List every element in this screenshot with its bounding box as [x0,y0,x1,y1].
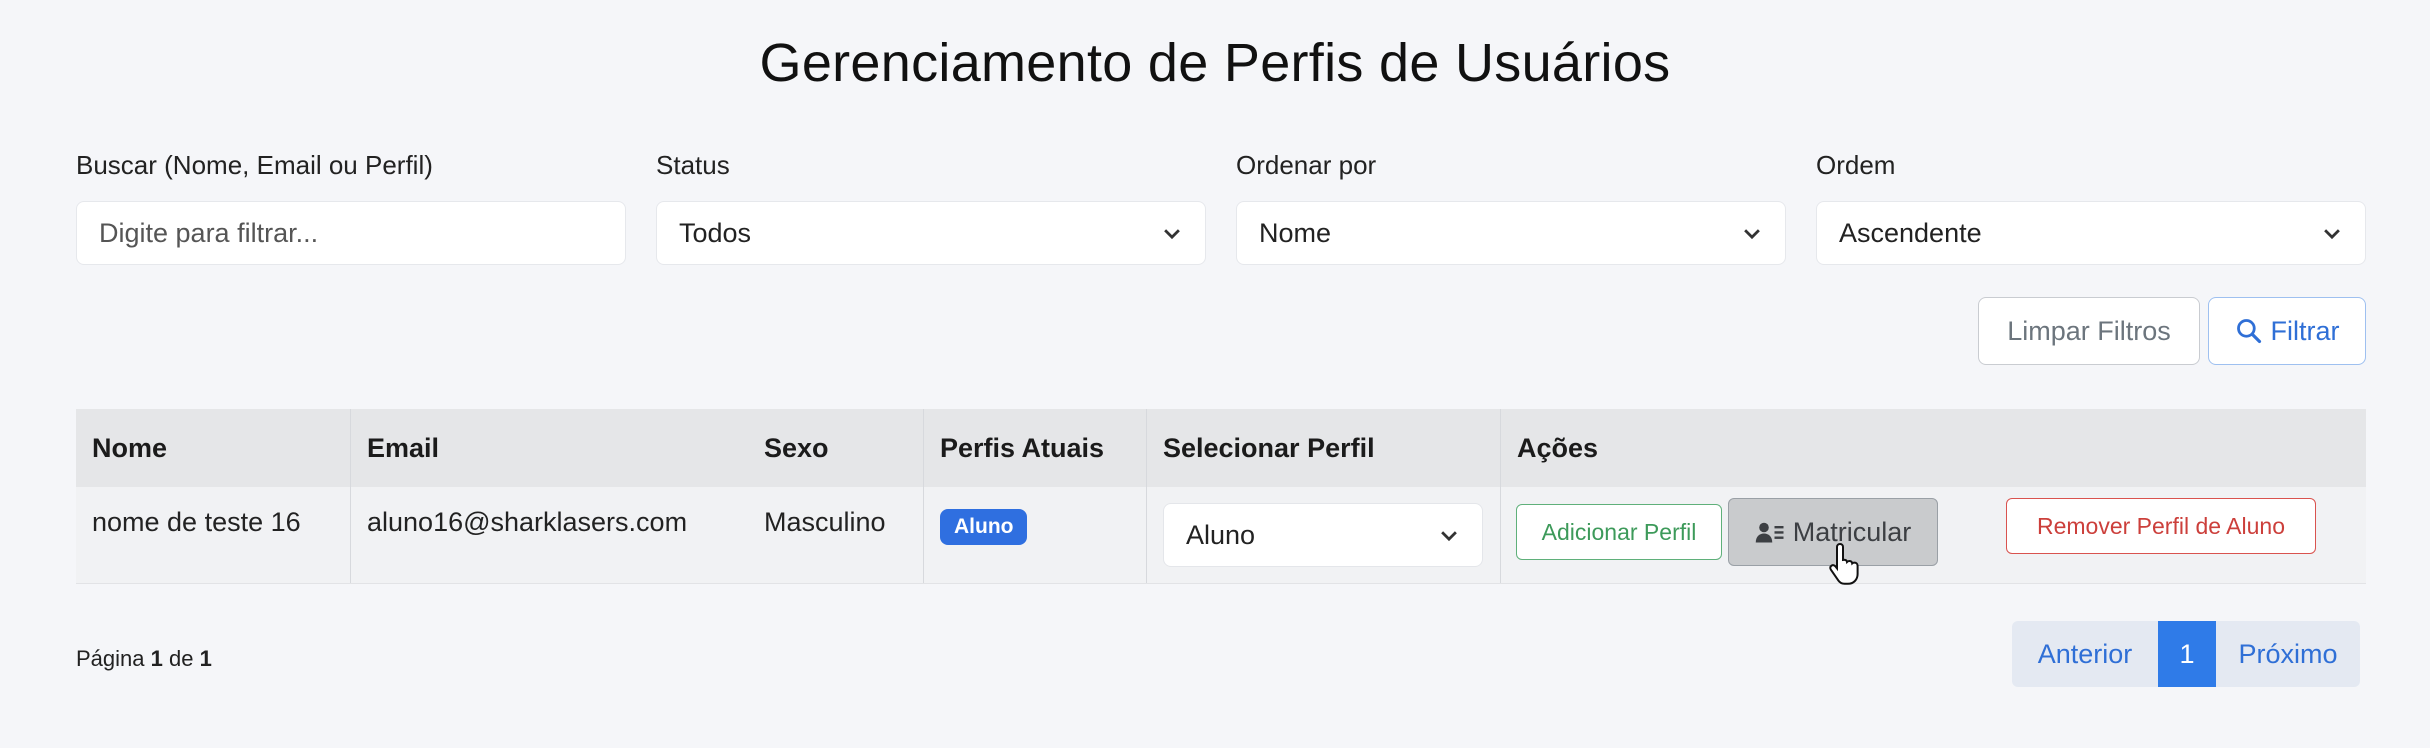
order-label: Ordem [1816,150,1896,180]
add-profile-label: Adicionar Perfil [1541,518,1697,545]
status-filter: Status Todos [656,150,1206,265]
profile-badge: Aluno [940,509,1028,545]
page-title: Gerenciamento de Perfis de Usuários [759,33,1671,93]
remove-profile-label: Remover Perfil de Aluno [2036,512,2285,539]
sort-value: Nome [1259,217,1332,248]
header-perfis-atuais: Perfis Atuais [923,409,1146,487]
page-word: Página [76,646,145,671]
order-filter: Ordem Ascendente [1816,150,2366,265]
status-label: Status [656,150,730,180]
cell-current-profiles: Aluno [923,487,1146,583]
header-nome: Nome [92,432,168,463]
order-select[interactable]: Ascendente [1816,201,2366,265]
pagination: Anterior 1 Próximo [2012,621,2360,687]
chevron-down-icon [1744,229,1760,240]
profile-select-value: Aluno [1186,519,1256,550]
cell-name: nome de teste 16 [92,507,301,537]
table-row: nome de teste 16 aluno16@sharklasers.com… [76,487,2366,585]
clear-filters-label: Limpar Filtros [2007,315,2171,346]
sort-select[interactable]: Nome [1236,201,1786,265]
chevron-down-icon [1441,531,1457,542]
hand-cursor-icon [1829,542,1859,585]
sort-filter: Ordenar por Nome [1236,150,1786,265]
page-indicator: Página 1 de 1 [76,646,212,672]
current-page-number: 1 [150,646,163,671]
profile-select[interactable]: Aluno [1163,503,1483,567]
cell-select-profile: Aluno [1146,487,1500,583]
cell-sex: Masculino [764,507,886,537]
cell-email: aluno16@sharklasers.com [350,487,748,583]
status-value: Todos [679,217,752,248]
chevron-down-icon [2324,229,2340,240]
previous-page-button[interactable]: Anterior [2012,621,2158,687]
search-placeholder: Digite para filtrar... [99,217,319,248]
order-value: Ascendente [1839,217,1982,248]
table-header: Nome Email Sexo Perfis Atuais Selecionar… [76,409,2366,487]
clear-filters-button[interactable]: Limpar Filtros [1978,297,2200,365]
sort-label: Ordenar por [1236,150,1377,180]
header-selecionar-perfil: Selecionar Perfil [1146,409,1500,487]
header-email: Email [350,409,748,487]
remove-profile-button[interactable]: Remover Perfil de Aluno [2006,498,2316,554]
user-list-icon [1755,522,1784,543]
chevron-down-icon [1164,229,1180,240]
total-pages-number: 1 [199,646,212,671]
of-word: de [169,646,194,671]
search-input[interactable]: Digite para filtrar... [76,201,626,265]
users-table: Nome Email Sexo Perfis Atuais Selecionar… [76,409,2366,585]
search-filter: Buscar (Nome, Email ou Perfil) Digite pa… [76,150,626,265]
filter-label: Filtrar [2270,315,2340,346]
filter-button[interactable]: Filtrar [2208,297,2366,365]
next-page-button[interactable]: Próximo [2216,621,2360,687]
header-sexo: Sexo [764,432,829,463]
status-select[interactable]: Todos [656,201,1206,265]
header-acoes: Ações [1500,409,2366,487]
add-profile-button[interactable]: Adicionar Perfil [1516,504,1722,560]
page-1-button[interactable]: 1 [2158,621,2216,687]
search-label: Buscar (Nome, Email ou Perfil) [76,150,433,180]
search-icon [2236,319,2261,344]
